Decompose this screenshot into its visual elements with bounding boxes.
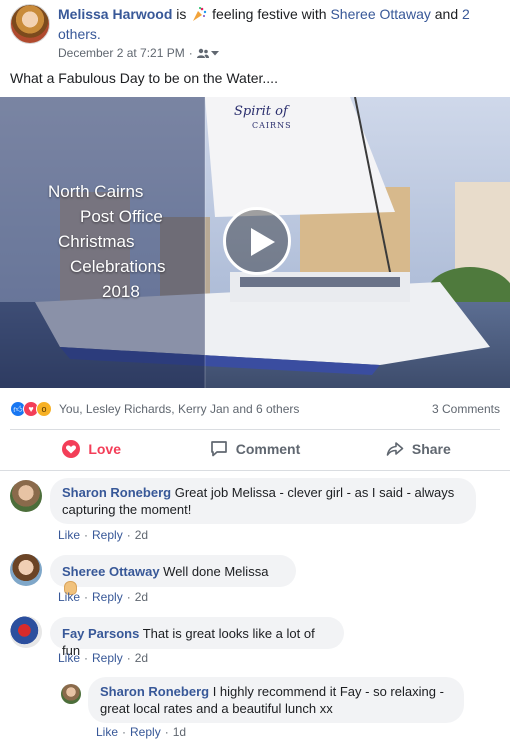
comment-age[interactable]: 2d <box>135 528 148 542</box>
commenter-avatar[interactable] <box>10 554 42 586</box>
overlay-line: Celebrations <box>70 257 166 276</box>
comment-button-label: Comment <box>235 441 301 457</box>
comment-reply-link[interactable]: Reply <box>92 590 123 604</box>
comment-text: Well done Melissa <box>163 564 269 579</box>
commenter-avatar[interactable] <box>61 684 81 704</box>
comment-actions: Like · Reply · 2d <box>58 590 148 604</box>
love-button-label: Love <box>88 441 121 457</box>
comment-like-link[interactable]: Like <box>58 528 80 542</box>
comment-age[interactable]: 2d <box>135 651 148 665</box>
reactions-summary: 👍︎ ♥ o You, Lesley Richards, Kerry Jan a… <box>10 399 500 419</box>
dot-separator: · <box>126 590 131 604</box>
overlay-line: 2018 <box>102 282 140 301</box>
comment-icon <box>210 441 227 457</box>
overlay-line: Post Office <box>80 207 163 226</box>
comment-reply-link[interactable]: Reply <box>92 651 123 665</box>
comment-text: Great job Melissa - clever girl - as I s… <box>174 485 455 500</box>
wow-icon: o <box>36 401 52 417</box>
comment-like-link[interactable]: Like <box>96 725 118 739</box>
commenter-avatar[interactable] <box>10 616 42 648</box>
audience-selector[interactable] <box>196 48 219 59</box>
play-button[interactable] <box>223 207 291 275</box>
share-button-label: Share <box>411 441 451 457</box>
comment-author-link[interactable]: Sheree Ottaway <box>62 564 160 579</box>
author-avatar[interactable] <box>10 4 50 44</box>
overlay-line: Christmas <box>58 232 135 251</box>
meta-separator: · <box>188 46 193 60</box>
dot-separator: · <box>126 528 131 542</box>
reactors-list[interactable]: You, Lesley Richards, Kerry Jan and 6 ot… <box>59 402 299 416</box>
dot-separator: · <box>122 725 127 739</box>
share-button[interactable]: Share <box>337 432 500 466</box>
post-meta: December 2 at 7:21 PM · <box>58 45 219 61</box>
comment-text-continued: capturing the moment! <box>62 502 192 517</box>
comment-reply-link[interactable]: Reply <box>92 528 123 542</box>
dot-separator: · <box>84 528 89 542</box>
post-headline: Melissa Harwood is feeling festive with … <box>58 4 498 44</box>
brand-logo: Spirit of CAIRNS <box>234 105 292 133</box>
comment-actions: Like · Reply · 2d <box>58 651 148 665</box>
activity-is-text: is <box>176 6 187 22</box>
comment-author-link[interactable]: Sharon Roneberg <box>62 485 171 500</box>
comment-author-link[interactable]: Fay Parsons <box>62 626 139 641</box>
commenter-avatar[interactable] <box>10 480 42 512</box>
reaction-icons[interactable]: 👍︎ ♥ o <box>10 401 52 417</box>
comment-age[interactable]: 2d <box>135 590 148 604</box>
comment-bubble: Sharon Roneberg I highly recommend it Fa… <box>88 677 464 723</box>
dot-separator: · <box>126 651 131 665</box>
comment-actions: Like · Reply · 2d <box>58 528 148 542</box>
love-button[interactable]: Love <box>10 432 173 466</box>
comment-actions: Like · Reply · 1d <box>96 725 186 739</box>
comment-bubble: Sheree Ottaway Well done Melissa <box>50 555 296 595</box>
party-popper-icon <box>193 7 207 21</box>
comment-text: I highly recommend it Fay - so relaxing … <box>212 684 444 699</box>
divider <box>10 429 500 430</box>
post-header: Melissa Harwood is feeling festive with … <box>0 0 510 66</box>
overlay-line: North Cairns <box>48 182 144 201</box>
post-caption: What a Fabulous Day to be on the Water..… <box>10 70 278 86</box>
reply-item: Sharon Roneberg I highly recommend it Fa… <box>0 676 510 744</box>
tagged-friend-link[interactable]: Sheree Ottaway <box>330 6 430 22</box>
friends-audience-icon <box>196 48 209 58</box>
comment-bubble: Fay Parsons That is great looks like a l… <box>50 617 344 658</box>
post-timestamp[interactable]: December 2 at 7:21 PM <box>58 45 185 61</box>
share-icon <box>386 442 404 456</box>
author-name-link[interactable]: Melissa Harwood <box>58 6 172 22</box>
feeling-text: feeling festive with <box>212 6 327 22</box>
comment-text-continued: great local rates and a beautiful lunch … <box>100 701 333 716</box>
dot-separator: · <box>164 725 169 739</box>
comment-item: Fay Parsons That is great looks like a l… <box>0 616 510 668</box>
comment-button[interactable]: Comment <box>173 432 336 466</box>
dot-separator: · <box>84 590 89 604</box>
video-title-overlay: North Cairns Post Office Christmas Celeb… <box>0 97 205 388</box>
comments-count[interactable]: 3 Comments <box>432 402 500 416</box>
comment-like-link[interactable]: Like <box>58 651 80 665</box>
brand-logo-line2: CAIRNS <box>252 121 292 130</box>
video-player[interactable]: North Cairns Post Office Christmas Celeb… <box>0 97 510 388</box>
post-actions: Love Comment Share <box>10 432 500 466</box>
comment-reply-link[interactable]: Reply <box>130 725 161 739</box>
chevron-down-icon <box>210 51 219 56</box>
comment-like-link[interactable]: Like <box>58 590 80 604</box>
comment-author-link[interactable]: Sharon Roneberg <box>100 684 209 699</box>
comment-item: Sharon Roneberg Great job Melissa - clev… <box>0 476 510 544</box>
comment-bubble: Sharon Roneberg Great job Melissa - clev… <box>50 478 476 524</box>
divider <box>0 470 510 471</box>
comment-age[interactable]: 1d <box>173 725 186 739</box>
comment-item: Sheree Ottaway Well done Melissa Like · … <box>0 554 510 606</box>
brand-logo-line1: Spirit of <box>234 104 288 119</box>
love-reaction-icon <box>62 440 81 458</box>
and-text: and <box>434 6 459 22</box>
dot-separator: · <box>84 651 89 665</box>
